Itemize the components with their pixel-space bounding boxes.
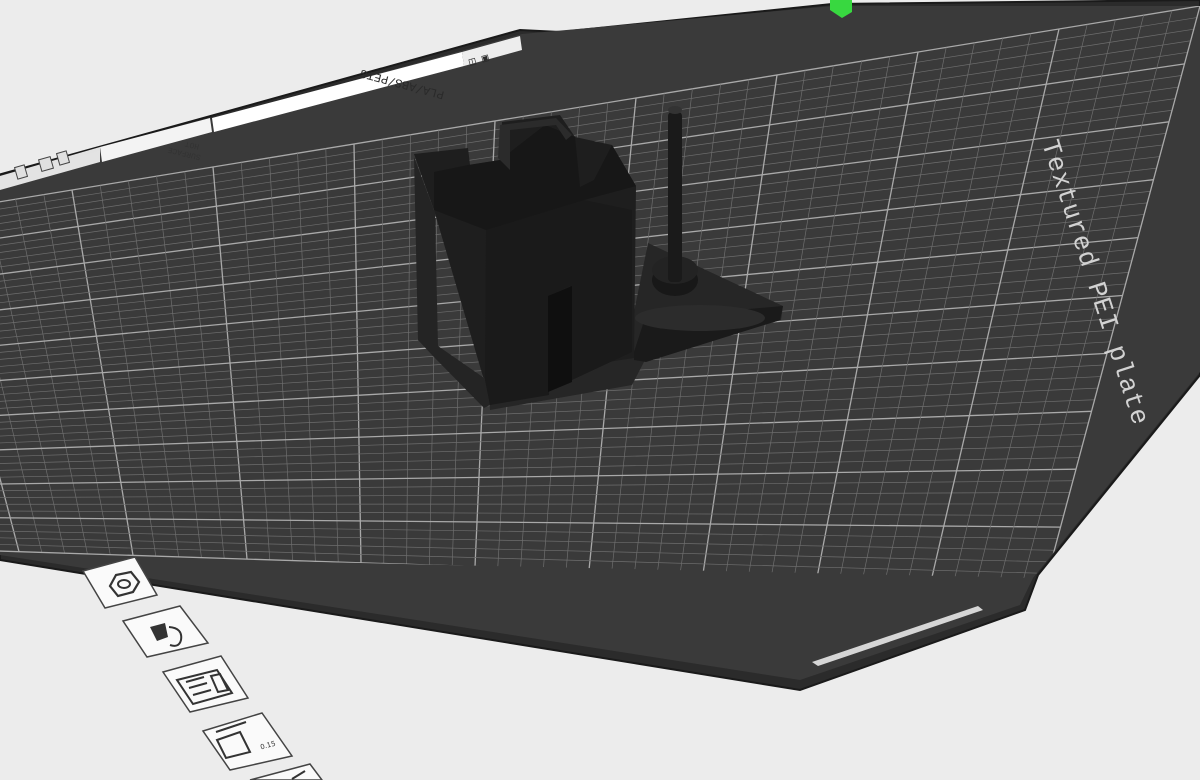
toolbar-item-layout[interactable] [161, 655, 250, 713]
3d-viewport[interactable]: HOT SURFACE PLA/ABS/PETG ◫ ▣ Textured PE… [0, 0, 1200, 780]
toolbar-item-sheet[interactable]: 0.15 [201, 712, 294, 771]
toolbar-item-pencil[interactable] [249, 763, 323, 780]
toolbar-item-bucket[interactable] [121, 605, 210, 658]
